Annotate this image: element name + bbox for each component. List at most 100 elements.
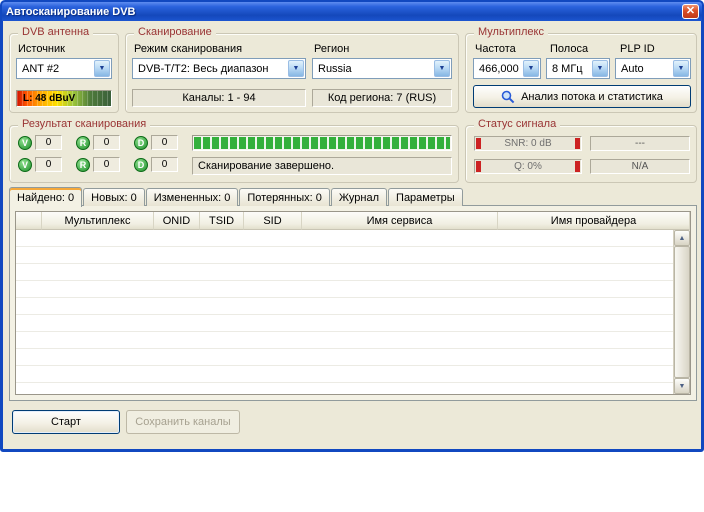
tv-counter-icon: V xyxy=(18,158,32,172)
bandwidth-label: Полоса xyxy=(550,43,588,55)
bandwidth-value: 8 МГц xyxy=(552,63,583,75)
window-title: Автосканирование DVB xyxy=(6,6,136,18)
column-header-multiplex[interactable]: Мультиплекс xyxy=(42,212,154,230)
counter-cell: R 0 xyxy=(76,135,120,150)
gauge-red-mark xyxy=(476,161,481,172)
column-header-sid[interactable]: SID xyxy=(244,212,302,230)
analyze-stream-button[interactable]: Анализ потока и статистика xyxy=(473,85,691,108)
tab-lost[interactable]: Потерянных: 0 xyxy=(239,188,330,206)
dvb-autoscan-window: Автосканирование DVB ✕ DVB антенна Источ… xyxy=(0,0,704,452)
counter-value: 0 xyxy=(35,135,62,150)
chevron-down-icon[interactable]: ▼ xyxy=(523,60,539,77)
counter-value: 0 xyxy=(151,157,178,172)
services-table: Мультиплекс ONID TSID SID Имя сервиса Им… xyxy=(15,211,691,395)
level-text: L: 48 dBuV xyxy=(23,93,75,104)
scanning-group-title: Сканирование xyxy=(134,26,216,38)
counter-value: 0 xyxy=(93,135,120,150)
gauge-red-mark xyxy=(575,138,580,149)
frequency-value: 466,000 xyxy=(479,63,519,75)
plp-label: PLP ID xyxy=(620,43,655,55)
services-table-body xyxy=(16,230,673,394)
source-select[interactable]: ANT #2 ▼ xyxy=(16,58,112,79)
snr-value-field: --- xyxy=(590,136,690,151)
scan-mode-label: Режим сканирования xyxy=(134,43,242,55)
chevron-down-icon[interactable]: ▼ xyxy=(673,60,689,77)
column-header-tsid[interactable]: TSID xyxy=(200,212,244,230)
quality-value-field: N/A xyxy=(590,159,690,174)
data-counter-icon: D xyxy=(134,158,148,172)
search-icon xyxy=(501,90,515,104)
tab-found[interactable]: Найдено: 0 xyxy=(9,187,82,207)
multiplex-group: Мультиплекс Частота Полоса PLP ID 466,00… xyxy=(465,33,697,113)
column-header-service-name[interactable]: Имя сервиса xyxy=(302,212,498,230)
counter-cell: D 0 xyxy=(134,135,178,150)
quality-text: Q: 0% xyxy=(514,161,542,172)
scroll-down-icon[interactable]: ▼ xyxy=(674,378,690,394)
services-table-header: Мультиплекс ONID TSID SID Имя сервиса Им… xyxy=(16,212,690,230)
channels-range-field: Каналы: 1 - 94 xyxy=(132,89,306,107)
snr-gauge: SNR: 0 dB xyxy=(474,136,582,151)
data-counter-icon: D xyxy=(134,136,148,150)
close-icon[interactable]: ✕ xyxy=(682,4,699,19)
scanning-group: Сканирование Режим сканирования Регион D… xyxy=(125,33,459,113)
desktop-background: Автосканирование DVB ✕ DVB антенна Источ… xyxy=(0,0,704,512)
region-value: Russia xyxy=(318,63,352,75)
column-header-blank[interactable] xyxy=(16,212,42,230)
scrollbar-thumb[interactable] xyxy=(674,246,690,378)
region-label: Регион xyxy=(314,43,349,55)
counter-cell: R 0 xyxy=(76,157,120,172)
chevron-down-icon[interactable]: ▼ xyxy=(592,60,608,77)
column-header-provider-name[interactable]: Имя провайдера xyxy=(498,212,690,230)
region-code-field: Код региона: 7 (RUS) xyxy=(312,89,452,107)
result-tabs: Найдено: 0 Новых: 0 Измененных: 0 Потеря… xyxy=(9,186,464,206)
scan-status-field: Сканирование завершено. xyxy=(192,157,452,175)
plp-select[interactable]: Auto ▼ xyxy=(615,58,691,79)
antenna-group: DVB антенна Источник ANT #2 ▼ L: 48 dBuV xyxy=(9,33,119,113)
counter-value: 0 xyxy=(151,135,178,150)
antenna-group-title: DVB антенна xyxy=(18,26,93,38)
frequency-label: Частота xyxy=(475,43,516,55)
tab-new[interactable]: Новых: 0 xyxy=(83,188,145,206)
source-label: Источник xyxy=(18,43,65,55)
counter-cell: V 0 xyxy=(18,157,62,172)
title-bar[interactable]: Автосканирование DVB ✕ xyxy=(2,2,702,21)
start-button[interactable]: Старт xyxy=(12,410,120,434)
save-channels-button: Сохранить каналы xyxy=(126,410,240,434)
chevron-down-icon[interactable]: ▼ xyxy=(434,60,450,77)
signal-status-group: Статус сигнала SNR: 0 dB --- Q: 0% N/A xyxy=(465,125,697,183)
chevron-down-icon[interactable]: ▼ xyxy=(94,60,110,77)
region-select[interactable]: Russia ▼ xyxy=(312,58,452,79)
tv-counter-icon: V xyxy=(18,136,32,150)
column-header-onid[interactable]: ONID xyxy=(154,212,200,230)
frequency-input[interactable]: 466,000 ▼ xyxy=(473,58,541,79)
scan-progress-fill xyxy=(194,137,450,149)
counter-cell: V 0 xyxy=(18,135,62,150)
radio-counter-icon: R xyxy=(76,136,90,150)
radio-counter-icon: R xyxy=(76,158,90,172)
scan-progress-bar xyxy=(192,135,452,151)
tab-parameters[interactable]: Параметры xyxy=(388,188,463,206)
scroll-up-icon[interactable]: ▲ xyxy=(674,230,690,246)
scan-result-group-title: Результат сканирования xyxy=(18,118,150,130)
tab-changed[interactable]: Измененных: 0 xyxy=(146,188,239,206)
counter-value: 0 xyxy=(93,157,120,172)
gauge-red-mark xyxy=(476,138,481,149)
signal-level-meter: L: 48 dBuV xyxy=(16,90,112,107)
counter-value: 0 xyxy=(35,157,62,172)
scan-mode-select[interactable]: DVB-T/T2: Весь диапазон ▼ xyxy=(132,58,306,79)
quality-gauge: Q: 0% xyxy=(474,159,582,174)
bandwidth-select[interactable]: 8 МГц ▼ xyxy=(546,58,610,79)
vertical-scrollbar[interactable]: ▲ ▼ xyxy=(673,230,690,394)
scan-result-group: Результат сканирования V 0 R 0 D 0 V 0 xyxy=(9,125,459,183)
chevron-down-icon[interactable]: ▼ xyxy=(288,60,304,77)
multiplex-group-title: Мультиплекс xyxy=(474,26,548,38)
source-value: ANT #2 xyxy=(22,63,59,75)
tab-log[interactable]: Журнал xyxy=(331,188,387,206)
analyze-stream-label: Анализ потока и статистика xyxy=(521,91,663,103)
signal-status-group-title: Статус сигнала xyxy=(474,118,560,130)
gauge-red-mark xyxy=(575,161,580,172)
window-body: DVB антенна Источник ANT #2 ▼ L: 48 dBuV… xyxy=(3,21,701,448)
snr-text: SNR: 0 dB xyxy=(504,138,551,149)
counter-cell: D 0 xyxy=(134,157,178,172)
scan-mode-value: DVB-T/T2: Весь диапазон xyxy=(138,63,269,75)
